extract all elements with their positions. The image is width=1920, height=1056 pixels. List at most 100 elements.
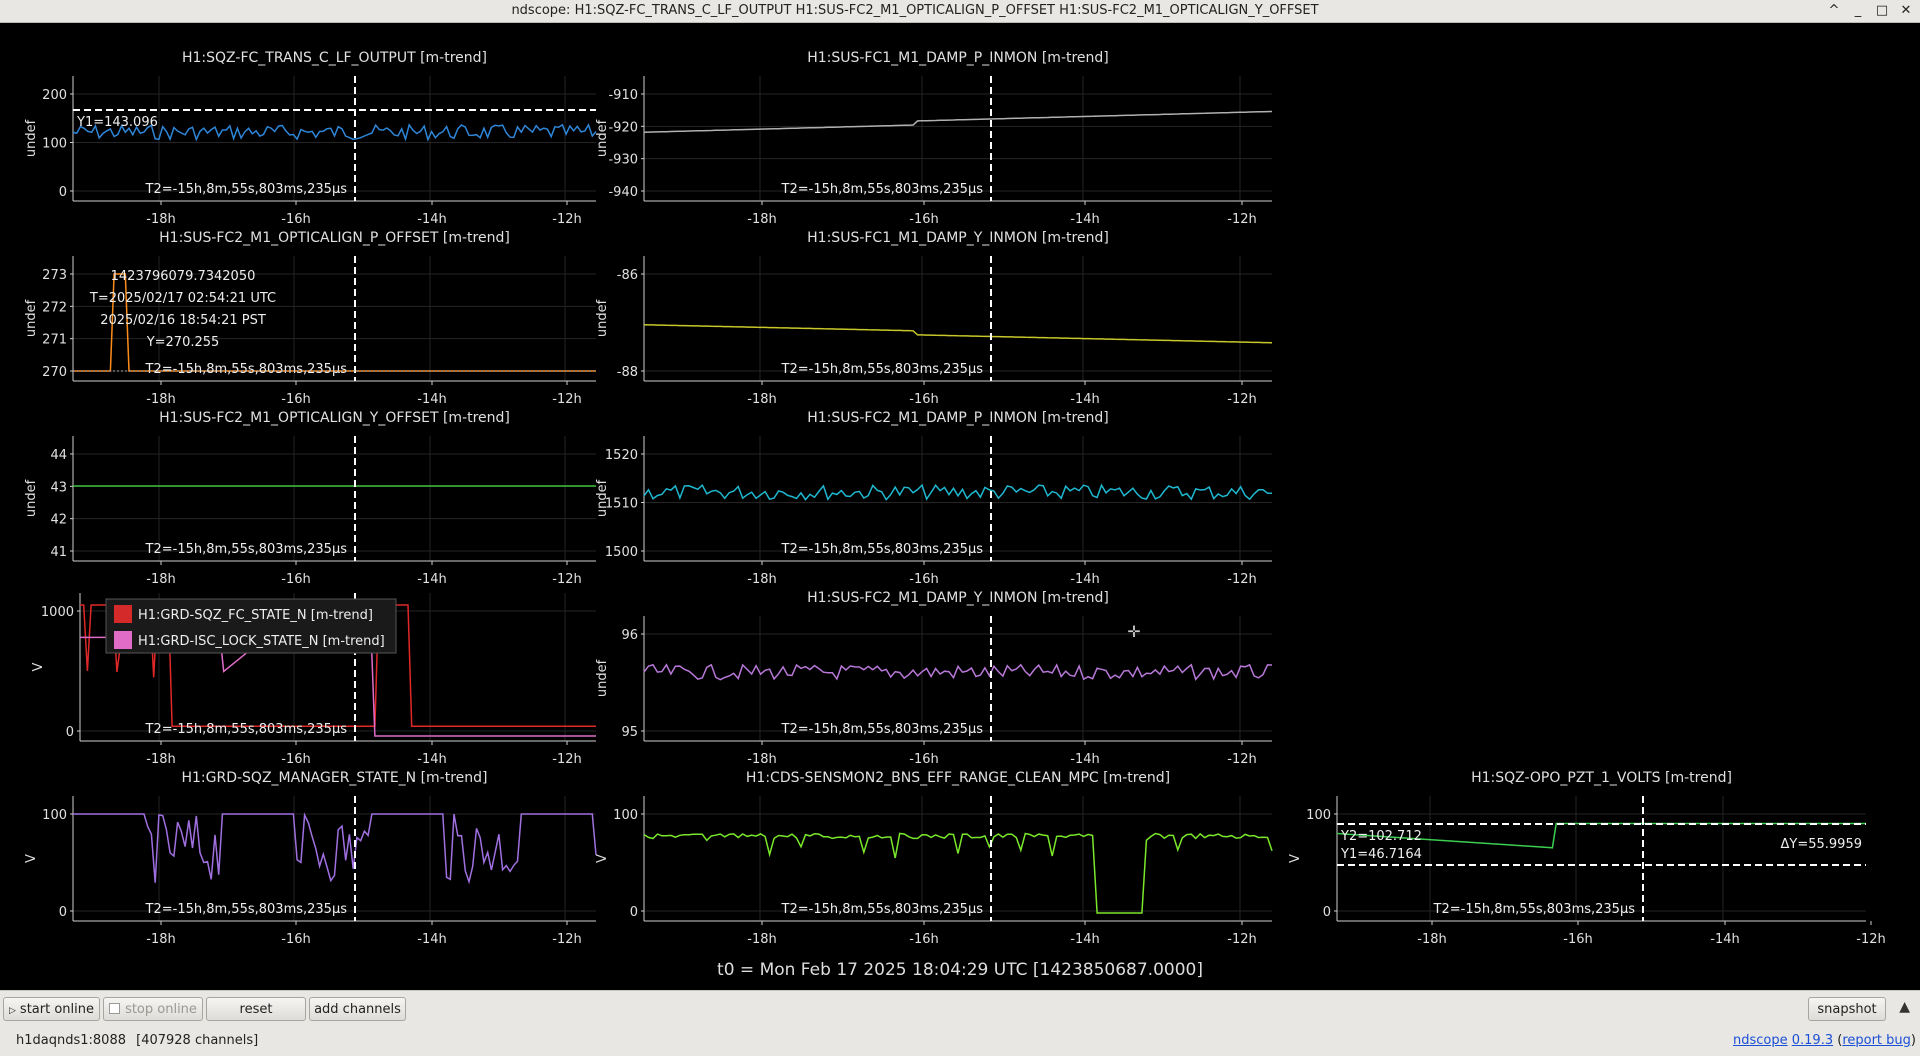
plot-panel-11[interactable]: H1:SQZ-OPO_PZT_1_VOLTS [m-trend] 100 0 V -18… xyxy=(1288,770,1886,947)
y-axis-label: undef xyxy=(24,479,39,517)
x-tick-label: -16h xyxy=(281,392,310,407)
y-tick-label: 0 xyxy=(1323,905,1331,920)
t-cursor-label: T2=-15h,8m,55s,803ms,235μs xyxy=(145,362,348,377)
y1-cursor-label: Y1=46.7164 xyxy=(1340,847,1422,862)
y-tick-label: 272 xyxy=(42,300,67,315)
minimize-window-icon[interactable]: _ xyxy=(1848,0,1868,22)
close-window-icon[interactable]: ✕ xyxy=(1896,0,1916,22)
x-tick-label: -16h xyxy=(909,932,938,947)
maximize-window-icon[interactable]: □ xyxy=(1872,0,1892,22)
x-tick-label: -12h xyxy=(1227,212,1256,227)
add-channels-button[interactable]: add channels xyxy=(309,997,406,1021)
cursor-info-line: Y=270.255 xyxy=(146,335,220,350)
cursor-info-line: T=2025/02/17 02:54:21 UTC xyxy=(89,291,276,306)
y-axis-label: undef xyxy=(595,479,610,517)
t-cursor-label: T2=-15h,8m,55s,803ms,235μs xyxy=(781,902,984,917)
plot-panel-9[interactable]: H1:GRD-SQZ_MANAGER_STATE_N [m-trend] 100 0… xyxy=(24,770,597,947)
stop-online-label: stop online xyxy=(125,1002,197,1017)
y-tick-label: 270 xyxy=(42,365,67,380)
trace-line xyxy=(643,483,1273,501)
x-tick-label: -12h xyxy=(1227,572,1256,587)
y-tick-label: -910 xyxy=(608,88,638,103)
y-tick-label: -86 xyxy=(617,268,638,283)
x-tick-label: -12h xyxy=(1856,932,1885,947)
y-axis-label: V xyxy=(24,854,39,863)
plot-panel-6[interactable]: H1:SUS-FC2_M1_DAMP_P_INMON [m-trend] 1520… xyxy=(595,410,1273,587)
x-tick-label: -18h xyxy=(146,752,175,767)
y-tick-label: -930 xyxy=(608,153,638,168)
t-cursor-label: T2=-15h,8m,55s,803ms,235μs xyxy=(145,182,348,197)
plot-panel-5[interactable]: H1:SUS-FC2_M1_OPTICALIGN_Y_OFFSET [m-tre… xyxy=(24,410,596,587)
window-titlebar: ndscope: H1:SQZ-FC_TRANS_C_LF_OUTPUT H1:… xyxy=(0,0,1920,23)
window-controls: ^ _ □ ✕ xyxy=(1824,0,1916,22)
report-bug-link[interactable]: report bug xyxy=(1842,1033,1911,1048)
plot-panel-7[interactable]: 1000 0 V -18h -16h -14h -12h T2=-15h,8m,55s,803… xyxy=(31,593,596,767)
x-tick-label: -14h xyxy=(1710,932,1739,947)
chevron-up-icon[interactable]: ▲ xyxy=(1899,999,1910,1015)
y2-cursor-label: Y2=102.712 xyxy=(1340,829,1422,844)
y-tick-label: 43 xyxy=(50,480,67,495)
x-tick-label: -18h xyxy=(747,932,776,947)
y-tick-label: 0 xyxy=(66,725,74,740)
status-bar: h1daqnds1:8088 [407928 channels] xyxy=(16,1033,264,1048)
y-tick-label: 96 xyxy=(621,628,638,643)
y-tick-label: 100 xyxy=(42,137,67,152)
x-tick-label: -12h xyxy=(1227,392,1256,407)
ndscope-link[interactable]: ndscope xyxy=(1733,1033,1788,1048)
y-axis-label: undef xyxy=(595,299,610,337)
x-tick-label: -18h xyxy=(747,752,776,767)
t-cursor-label: T2=-15h,8m,55s,803ms,235μs xyxy=(145,542,348,557)
server-address: h1daqnds1:8088 xyxy=(16,1033,126,1048)
legend-swatch xyxy=(114,605,132,623)
trace-line xyxy=(643,110,1273,134)
trace-line xyxy=(73,812,597,885)
plot-title: H1:CDS-SENSMON2_BNS_EFF_RANGE_CLEAN_MPC … xyxy=(746,770,1170,786)
y-tick-label: 100 xyxy=(42,808,67,823)
y-axis-label: V xyxy=(595,854,610,863)
version-link[interactable]: 0.19.3 xyxy=(1792,1033,1833,1048)
x-tick-label: -18h xyxy=(1417,932,1446,947)
x-tick-label: -14h xyxy=(417,572,446,587)
x-tick-label: -18h xyxy=(146,392,175,407)
plot-panel-2[interactable]: H1:SUS-FC1_M1_DAMP_P_INMON [m-trend] -910… xyxy=(595,50,1273,227)
plot-panel-4[interactable]: H1:SUS-FC1_M1_DAMP_Y_INMON [m-trend] -86 -… xyxy=(595,230,1273,407)
x-tick-label: -14h xyxy=(417,212,446,227)
x-tick-label: -16h xyxy=(909,752,938,767)
legend-label: H1:GRD-SQZ_FC_STATE_N [m-trend] xyxy=(138,608,373,623)
x-tick-label: -12h xyxy=(552,752,581,767)
x-tick-label: -16h xyxy=(281,572,310,587)
x-tick-label: -16h xyxy=(1563,932,1592,947)
plot-panel-3[interactable]: H1:SUS-FC2_M1_OPTICALIGN_P_OFFSET [m-tre… xyxy=(24,230,596,407)
t-cursor-label: T2=-15h,8m,55s,803ms,235μs xyxy=(781,542,984,557)
crosshair-cursor-icon: ✛ xyxy=(1127,622,1140,641)
plot-grid[interactable]: H1:SQZ-FC_TRANS_C_LF_OUTPUT [m-trend] 200… xyxy=(2,23,1918,990)
x-tick-label: -16h xyxy=(281,752,310,767)
reset-button[interactable]: reset xyxy=(206,997,306,1021)
x-tick-label: -12h xyxy=(552,212,581,227)
plot-panel-8[interactable]: H1:SUS-FC2_M1_DAMP_Y_INMON [m-trend] 96 95… xyxy=(595,590,1273,767)
y-tick-label: 1000 xyxy=(41,605,74,620)
plot-canvas[interactable]: H1:SQZ-FC_TRANS_C_LF_OUTPUT [m-trend] 200… xyxy=(2,23,1918,990)
cursor-info-line: 2025/02/16 18:54:21 PST xyxy=(100,313,266,328)
shade-window-icon[interactable]: ^ xyxy=(1824,0,1844,22)
plot-panel-1[interactable]: H1:SQZ-FC_TRANS_C_LF_OUTPUT [m-trend] 200… xyxy=(24,50,597,227)
x-tick-label: -14h xyxy=(1070,392,1099,407)
x-tick-label: -14h xyxy=(1070,212,1099,227)
y-axis-label: V xyxy=(1288,854,1303,863)
snapshot-button[interactable]: snapshot xyxy=(1808,997,1886,1021)
x-tick-label: -14h xyxy=(417,752,446,767)
stop-icon xyxy=(109,1003,121,1014)
x-tick-label: -12h xyxy=(1227,752,1256,767)
start-online-button[interactable]: ▷ start online xyxy=(3,997,100,1021)
x-tick-label: -12h xyxy=(552,932,581,947)
y-tick-label: 1520 xyxy=(605,448,638,463)
x-tick-label: -16h xyxy=(909,392,938,407)
y-tick-label: 200 xyxy=(42,88,67,103)
footer-links: ndscope 0.19.3 (report bug) xyxy=(1732,1033,1916,1048)
x-tick-label: -18h xyxy=(747,212,776,227)
y-tick-label: -88 xyxy=(617,365,638,380)
plot-panel-10[interactable]: H1:CDS-SENSMON2_BNS_EFF_RANGE_CLEAN_MPC … xyxy=(595,770,1273,947)
x-tick-label: -18h xyxy=(747,392,776,407)
x-tick-label: -12h xyxy=(552,392,581,407)
y-tick-label: 41 xyxy=(50,545,67,560)
